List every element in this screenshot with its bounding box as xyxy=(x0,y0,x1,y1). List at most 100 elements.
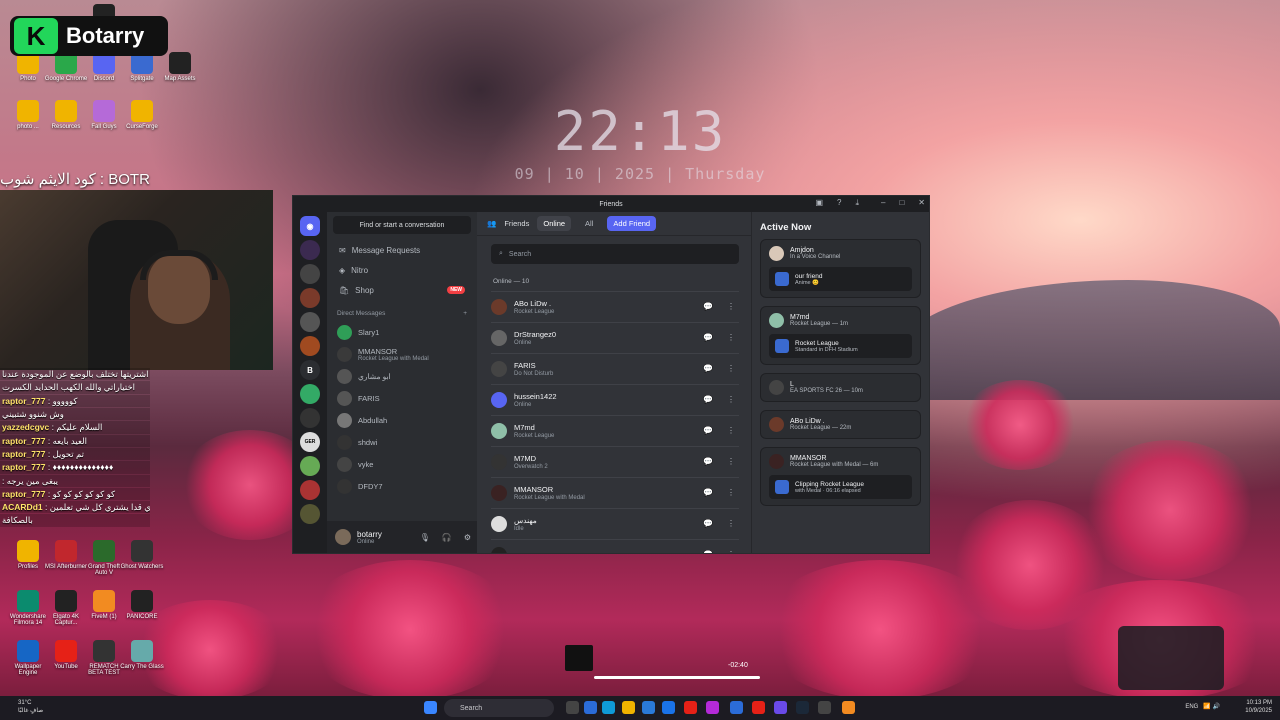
file-explorer-icon[interactable] xyxy=(622,701,635,714)
message-icon[interactable]: 💬 xyxy=(703,550,713,553)
app-icon[interactable] xyxy=(584,701,597,714)
download-icon[interactable]: ⤓ xyxy=(855,198,859,208)
server-icon[interactable] xyxy=(300,456,320,476)
server-icon[interactable]: B xyxy=(300,360,320,380)
friend-row[interactable]: FARIS Do Not Disturb 💬 ⋮ xyxy=(491,353,739,384)
more-icon[interactable]: ⋮ xyxy=(727,550,735,553)
activity-card[interactable]: L EA SPORTS FC 26 — 10m xyxy=(760,373,921,402)
dm-item[interactable]: Abdullah xyxy=(327,409,477,431)
nav-item-nitro[interactable]: ◈ Nitro xyxy=(331,260,473,280)
dm-item[interactable]: shdwi xyxy=(327,431,477,453)
message-icon[interactable]: 💬 xyxy=(703,457,713,466)
more-icon[interactable]: ⋮ xyxy=(727,488,735,497)
headphones-icon[interactable]: 🎧 xyxy=(442,533,452,542)
maximize-icon[interactable]: □ xyxy=(899,198,904,207)
message-icon[interactable]: 💬 xyxy=(703,364,713,373)
dm-item[interactable]: ابو مشاري xyxy=(327,365,477,387)
help-icon[interactable]: ? xyxy=(837,198,841,208)
friend-row[interactable]: MMANSOR Rocket League with Medal 💬 ⋮ xyxy=(491,477,739,508)
server-icon[interactable] xyxy=(300,240,320,260)
server-icon[interactable] xyxy=(300,312,320,332)
activity-card[interactable]: MMANSOR Rocket League with Medal — 6m Clip… xyxy=(760,447,921,506)
app-icon[interactable] xyxy=(774,701,787,714)
microphone-icon[interactable]: 🎙 xyxy=(420,533,430,542)
dm-item[interactable]: FARIS xyxy=(327,387,477,409)
desktop-icon[interactable]: CurseForge xyxy=(120,100,164,130)
tab-all[interactable]: All xyxy=(579,216,599,231)
more-icon[interactable]: ⋮ xyxy=(727,457,735,466)
more-icon[interactable]: ⋮ xyxy=(727,302,735,311)
desktop-icon[interactable]: PANICORE xyxy=(120,590,164,620)
find-conversation-button[interactable]: Find or start a conversation xyxy=(333,216,471,234)
friend-row[interactable]: hussein1422 Online 💬 ⋮ xyxy=(491,384,739,415)
tab-online[interactable]: Online xyxy=(537,216,572,231)
inbox-icon[interactable]: ▣ xyxy=(815,198,823,208)
server-icon[interactable] xyxy=(300,336,320,356)
server-icon[interactable] xyxy=(300,408,320,428)
friend-row[interactable]: M7md Rocket League 💬 ⋮ xyxy=(491,415,739,446)
more-icon[interactable]: ⋮ xyxy=(727,364,735,373)
message-icon[interactable]: 💬 xyxy=(703,426,713,435)
discord-home-icon[interactable]: ◉ xyxy=(300,216,320,236)
dm-item[interactable]: MMANSOR Rocket League with Medal xyxy=(327,343,477,365)
server-icon[interactable] xyxy=(300,504,320,524)
taskbar-clock[interactable]: 10:13 PM 10/9/2025 xyxy=(1245,699,1272,716)
dm-item[interactable]: DFDY7 xyxy=(327,475,477,497)
activity-card[interactable]: Amjdon In a Voice Channel our friend Anime … xyxy=(760,239,921,298)
edge-icon[interactable] xyxy=(602,701,615,714)
language-indicator[interactable]: ENG xyxy=(1185,704,1198,710)
media-progress-bar[interactable] xyxy=(594,676,760,679)
app-icon[interactable] xyxy=(842,701,855,714)
more-icon[interactable]: ⋮ xyxy=(727,395,735,404)
message-icon[interactable]: 💬 xyxy=(703,333,713,342)
plus-icon[interactable]: + xyxy=(463,310,467,317)
desktop-icon[interactable]: Carry The Glass xyxy=(120,640,164,670)
server-icon[interactable] xyxy=(300,384,320,404)
add-friend-button[interactable]: Add Friend xyxy=(607,216,657,231)
volume-icon[interactable]: 🔊 xyxy=(1213,704,1220,710)
friend-row[interactable]: ABo LiDw . Rocket League 💬 ⋮ xyxy=(491,291,739,322)
friend-row[interactable]: مهندس Idle 💬 ⋮ xyxy=(491,508,739,539)
dm-item[interactable]: vyke xyxy=(327,453,477,475)
server-icon[interactable] xyxy=(300,480,320,500)
more-icon[interactable]: ⋮ xyxy=(727,426,735,435)
nav-item-shop[interactable]: 🛍 Shop NEW xyxy=(331,280,473,300)
minimize-icon[interactable]: – xyxy=(881,198,885,207)
message-icon[interactable]: 💬 xyxy=(703,302,713,311)
message-icon[interactable]: 💬 xyxy=(703,395,713,404)
server-icon[interactable] xyxy=(300,288,320,308)
taskbar-search[interactable]: Search xyxy=(444,699,554,717)
message-icon[interactable]: 💬 xyxy=(703,519,713,528)
youtube-icon[interactable] xyxy=(684,701,697,714)
desktop-icon[interactable]: Map Assets xyxy=(158,52,202,82)
wifi-icon[interactable]: 📶 xyxy=(1203,704,1210,710)
close-icon[interactable]: ✕ xyxy=(918,198,925,207)
friend-row[interactable]: GERMAN 💬 ⋮ xyxy=(491,539,739,553)
settings-gear-icon[interactable]: ⚙ xyxy=(464,533,471,542)
app-icon[interactable] xyxy=(730,701,743,714)
friend-row[interactable]: DrStrangez0 Online 💬 ⋮ xyxy=(491,322,739,353)
server-icon[interactable] xyxy=(300,264,320,284)
app-icon[interactable] xyxy=(706,701,719,714)
activity-card[interactable]: M7md Rocket League — 1m Rocket League Stand… xyxy=(760,306,921,365)
activity-card[interactable]: ABo LiDw . Rocket League — 22m xyxy=(760,410,921,439)
friend-row[interactable]: M7MD Overwatch 2 💬 ⋮ xyxy=(491,446,739,477)
avatar[interactable] xyxy=(335,529,351,545)
message-icon[interactable]: 💬 xyxy=(703,488,713,497)
store-icon[interactable] xyxy=(642,701,655,714)
search-input[interactable]: ⌕ Search xyxy=(491,244,739,264)
app-icon[interactable] xyxy=(752,701,765,714)
system-tray[interactable]: ENG 📶 🔊 xyxy=(1185,703,1220,710)
more-icon[interactable]: ⋮ xyxy=(727,333,735,342)
steam-icon[interactable] xyxy=(796,701,809,714)
server-icon[interactable]: GER xyxy=(300,432,320,452)
desktop-icon[interactable]: Ghost Watchers xyxy=(120,540,164,570)
nav-item-message-requests[interactable]: ✉ Message Requests xyxy=(331,240,473,260)
windows-start-icon[interactable] xyxy=(424,701,437,714)
more-icon[interactable]: ⋮ xyxy=(727,519,735,528)
app-icon[interactable] xyxy=(818,701,831,714)
task-view-icon[interactable] xyxy=(566,701,579,714)
dm-item[interactable]: Slary1 xyxy=(327,321,477,343)
weather-widget[interactable]: 31°C صافٍ غالبًا xyxy=(18,699,43,716)
mail-icon[interactable] xyxy=(662,701,675,714)
